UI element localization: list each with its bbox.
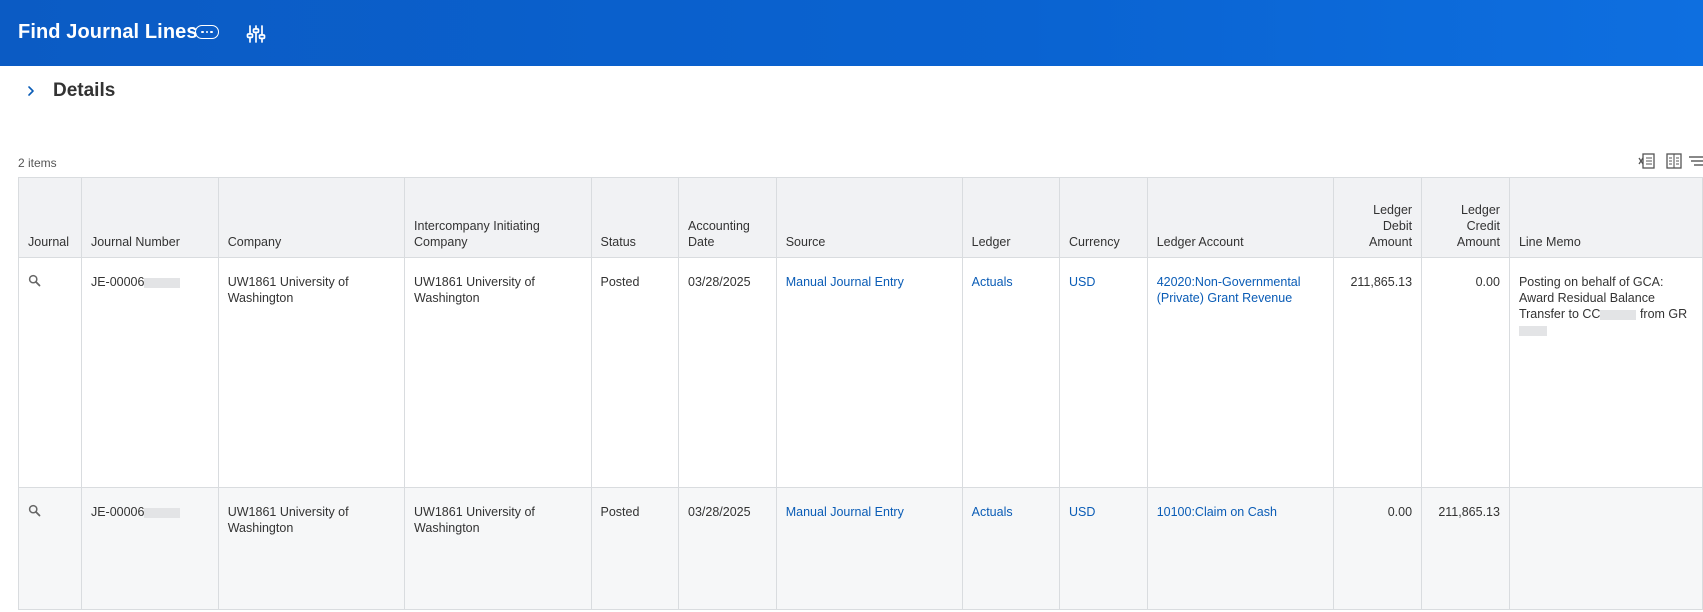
col-accounting-date[interactable]: Accounting Date [678, 177, 777, 258]
item-count: 2 items [18, 156, 57, 170]
accounting-date-cell: 03/28/2025 [678, 257, 777, 488]
col-status[interactable]: Status [590, 177, 679, 258]
memo-text: from GR [1636, 307, 1688, 321]
journal-number: JE-00006 [90, 275, 145, 289]
dot-icon [210, 30, 213, 34]
currency-link[interactable]: USD [1069, 505, 1095, 519]
ledger-account-link[interactable]: 10100:Claim on Cash [1157, 505, 1277, 519]
filter-icon[interactable] [1688, 152, 1703, 170]
company-cell: UW1861 University of Washington [217, 487, 406, 610]
journal-number: JE-00006 [90, 505, 145, 519]
credit-cell: 0.00 [1421, 257, 1510, 488]
chevron-right-icon [28, 86, 34, 96]
dot-icon [201, 30, 204, 34]
source-link[interactable]: Manual Journal Entry [786, 275, 904, 289]
col-credit[interactable]: Ledger Credit Amount [1421, 177, 1510, 258]
ledger-link[interactable]: Actuals [972, 505, 1013, 519]
page-title: Find Journal Lines [18, 21, 198, 43]
details-toggle[interactable]: Details [24, 79, 115, 103]
col-currency[interactable]: Currency [1059, 177, 1148, 258]
col-journal[interactable]: Journal [18, 177, 82, 258]
dot-icon [205, 30, 209, 34]
col-ledger[interactable]: Ledger [961, 177, 1061, 258]
ledger-account-cell: 42020:Non-Governmental (Private) Grant R… [1146, 257, 1335, 488]
ledger-cell: Actuals [961, 257, 1061, 488]
accounting-date-cell: 03/28/2025 [678, 487, 777, 610]
status-cell: Posted [590, 487, 679, 610]
col-debit[interactable]: Ledger Debit Amount [1333, 177, 1423, 258]
intercompany-cell: UW1861 University of Washington [404, 487, 592, 610]
journal-cell [18, 257, 82, 488]
redacted-block [144, 507, 181, 518]
journal-number-cell: JE-00006 [80, 487, 219, 610]
ledger-account-cell: 10100:Claim on Cash [1146, 487, 1335, 610]
debit-cell: 211,865.13 [1333, 257, 1423, 488]
line-memo-cell: Posting on behalf of GCA: Award Residual… [1508, 257, 1703, 488]
company-cell: UW1861 University of Washington [217, 257, 406, 488]
intercompany-cell: UW1861 University of Washington [404, 257, 592, 488]
ledger-link[interactable]: Actuals [972, 275, 1013, 289]
col-line-memo[interactable]: Line Memo [1508, 177, 1703, 258]
source-cell: Manual Journal Entry [775, 257, 963, 488]
table-row: JE-00006 UW1861 University of Washington… [18, 487, 1703, 610]
currency-cell: USD [1059, 257, 1148, 488]
status-cell: Posted [590, 257, 679, 488]
related-actions-button[interactable] [195, 25, 219, 39]
col-company[interactable]: Company [217, 177, 406, 258]
journal-cell [18, 487, 82, 610]
magnifier-icon[interactable] [28, 504, 41, 517]
header-row: Journal Journal Number Company Intercomp… [18, 177, 1703, 258]
redacted-block [1600, 309, 1637, 320]
source-cell: Manual Journal Entry [775, 487, 963, 610]
currency-link[interactable]: USD [1069, 275, 1095, 289]
journal-lines-grid: Journal Journal Number Company Intercomp… [18, 177, 1703, 610]
line-memo-cell [1508, 487, 1703, 610]
column-chooser-icon[interactable] [1665, 152, 1683, 170]
col-source[interactable]: Source [775, 177, 963, 258]
table-row: JE-00006 UW1861 University of Washington… [18, 257, 1703, 488]
ledger-cell: Actuals [961, 487, 1061, 610]
source-link[interactable]: Manual Journal Entry [786, 505, 904, 519]
col-journal-number[interactable]: Journal Number [80, 177, 219, 258]
credit-cell: 211,865.13 [1421, 487, 1510, 610]
redacted-block [144, 277, 181, 288]
journal-number-cell: JE-00006 [80, 257, 219, 488]
redacted-block [1518, 325, 1547, 336]
debit-cell: 0.00 [1333, 487, 1423, 610]
ledger-account-link[interactable]: 42020:Non-Governmental (Private) Grant R… [1157, 275, 1301, 305]
col-ledger-account[interactable]: Ledger Account [1146, 177, 1335, 258]
details-label: Details [53, 80, 116, 101]
page-header: Find Journal Lines [0, 0, 1703, 66]
magnifier-icon[interactable] [28, 274, 41, 287]
export-to-excel-icon[interactable] [1638, 152, 1656, 170]
currency-cell: USD [1059, 487, 1148, 610]
sliders-icon[interactable] [246, 24, 266, 44]
col-intercompany[interactable]: Intercompany Initiating Company [404, 177, 592, 258]
